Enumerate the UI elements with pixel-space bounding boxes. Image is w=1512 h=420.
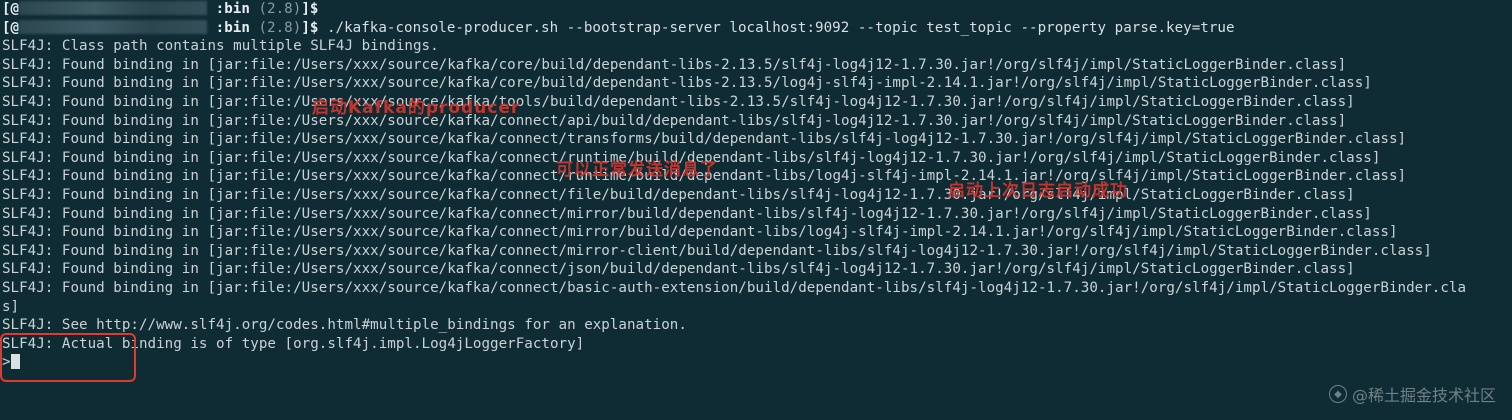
- prompt-suffix: ]$: [301, 19, 319, 36]
- log-line: SLF4J: Found binding in [jar:file:/Users…: [2, 261, 1355, 278]
- log-line: SLF4J: Class path contains multiple SLF4…: [2, 38, 439, 55]
- prompt-directory: :bin: [207, 19, 250, 36]
- annotation-start-producer: 启动Kafka的producer: [312, 98, 521, 118]
- terminal-output: [@ :bin (2.8)]$ [@ :bin (2.8)]$ ./kafka-…: [2, 0, 1466, 372]
- watermark: ◆ @稀土掘金技术社区: [1328, 382, 1496, 406]
- redacted-hostname: [19, 1, 208, 15]
- log-line: SLF4J: Found binding in [jar:file:/Users…: [2, 112, 1347, 129]
- juejin-logo-icon: ◆: [1328, 385, 1347, 403]
- log-line: SLF4J: Found binding in [jar:file:/Users…: [2, 75, 1372, 92]
- redacted-hostname: [19, 19, 208, 34]
- watermark-text: @稀土掘金技术社区: [1351, 386, 1496, 405]
- log-line: SLF4J: Found binding in [jar:file:/Users…: [2, 149, 1381, 166]
- log-line: SLF4J: Found binding in [jar:file:/Users…: [2, 168, 1407, 185]
- log-line: SLF4J: Found binding in [jar:file:/Users…: [2, 186, 1355, 203]
- prompt-user-prefix: [@: [2, 19, 20, 36]
- prompt-suffix: ]$: [301, 1, 319, 17]
- log-line: SLF4J: Found binding in [jar:file:/Users…: [2, 131, 1407, 148]
- log-line: SLF4J: See http://www.slf4j.org/codes.ht…: [2, 317, 687, 334]
- terminal-window[interactable]: [@ :bin (2.8)]$ [@ :bin (2.8)]$ ./kafka-…: [0, 0, 1512, 420]
- log-line: SLF4J: Actual binding is of type [org.sl…: [2, 335, 585, 352]
- log-line: SLF4J: Found binding in [jar:file:/Users…: [2, 279, 1467, 296]
- log-line: SLF4J: Found binding in [jar:file:/Users…: [2, 93, 1355, 110]
- annotation-started-ok: 启动上次日志启动成功: [948, 181, 1128, 201]
- prompt-version: (2.8): [249, 1, 302, 17]
- annotation-can-send: 可以正常发送消息了: [556, 160, 718, 180]
- input-prompt-line[interactable]: >: [2, 353, 1466, 372]
- prompt-user-prefix: [@: [2, 1, 20, 17]
- log-line: SLF4J: Found binding in [jar:file:/Users…: [2, 205, 1372, 222]
- log-line: SLF4J: Found binding in [jar:file:/Users…: [2, 242, 1432, 259]
- prompt-line-1: [@ :bin (2.8)]$: [2, 0, 1466, 19]
- log-line: s]: [2, 298, 20, 315]
- log-line: SLF4J: Found binding in [jar:file:/Users…: [2, 56, 1347, 73]
- producer-command: ./kafka-console-producer.sh --bootstrap-…: [318, 19, 1235, 36]
- prompt-directory: :bin: [207, 1, 250, 17]
- prompt-line-2: [@ :bin (2.8)]$ ./kafka-console-producer…: [2, 19, 1466, 38]
- log-line: SLF4J: Found binding in [jar:file:/Users…: [2, 224, 1398, 241]
- highlight-box: [0, 333, 136, 382]
- prompt-version: (2.8): [249, 19, 302, 36]
